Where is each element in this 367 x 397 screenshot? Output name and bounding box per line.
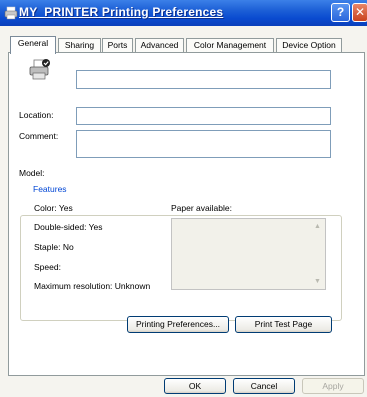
apply-button[interactable]: Apply bbox=[302, 378, 364, 394]
comment-label: Comment: bbox=[19, 131, 59, 141]
comment-field[interactable] bbox=[76, 130, 331, 158]
printer-name-field[interactable] bbox=[76, 70, 331, 89]
tab-sharing[interactable]: Sharing bbox=[58, 38, 101, 53]
feature-max-resolution: Maximum resolution: Unknown bbox=[34, 281, 151, 291]
paper-available-list[interactable]: ▲ ▼ bbox=[171, 218, 326, 290]
feature-double-sided: Double-sided: Yes bbox=[34, 222, 103, 232]
location-label: Location: bbox=[19, 110, 54, 120]
printing-preferences-button[interactable]: Printing Preferences... bbox=[127, 316, 229, 333]
help-icon[interactable]: ? bbox=[331, 3, 350, 22]
feature-staple: Staple: No bbox=[34, 242, 74, 252]
paper-available-label: Paper available: bbox=[171, 203, 232, 213]
ok-button[interactable]: OK bbox=[164, 378, 226, 394]
tab-color-management[interactable]: Color Management bbox=[186, 38, 274, 53]
scroll-up-icon[interactable]: ▲ bbox=[312, 221, 323, 232]
feature-color: Color: Yes bbox=[34, 203, 73, 213]
scroll-down-icon[interactable]: ▼ bbox=[312, 276, 323, 287]
printer-icon bbox=[4, 6, 18, 20]
tab-device-option[interactable]: Device Option bbox=[276, 38, 342, 53]
print-test-page-button[interactable]: Print Test Page bbox=[235, 316, 332, 333]
tab-strip: General Sharing Ports Advanced Color Man… bbox=[0, 36, 367, 54]
window-title: MY_PRINTER Printing Preferences bbox=[19, 5, 224, 19]
tab-general[interactable]: General bbox=[10, 36, 56, 54]
dialog-client: General Sharing Ports Advanced Color Man… bbox=[0, 26, 367, 397]
title-bar[interactable]: MY_PRINTER Printing Preferences ? ✕ bbox=[0, 0, 367, 26]
close-icon[interactable]: ✕ bbox=[352, 3, 367, 22]
tab-ports[interactable]: Ports bbox=[102, 38, 133, 53]
features-legend: Features bbox=[31, 184, 69, 194]
tab-advanced[interactable]: Advanced bbox=[135, 38, 184, 53]
printer-icon bbox=[28, 58, 52, 82]
feature-speed: Speed: bbox=[34, 262, 61, 272]
model-label: Model: bbox=[19, 168, 45, 178]
cancel-button[interactable]: Cancel bbox=[233, 378, 295, 394]
location-field[interactable] bbox=[76, 107, 331, 125]
